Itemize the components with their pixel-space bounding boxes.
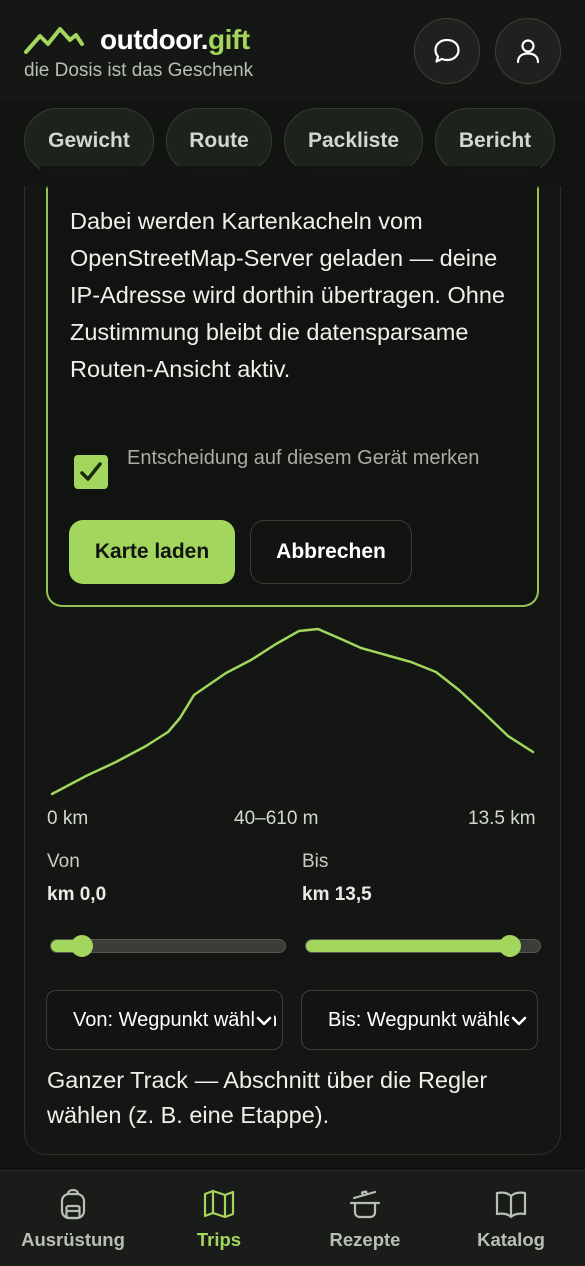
brand-logo-text[interactable]: outdoor.gift (100, 24, 250, 56)
app-header: outdoor.gift die Dosis ist das Geschenk (0, 0, 585, 100)
tab-gewicht[interactable]: Gewicht (24, 108, 154, 174)
axis-start-label: 0 km (47, 808, 89, 829)
tab-bericht[interactable]: Bericht (435, 108, 555, 174)
chevron-down-icon (509, 1011, 529, 1031)
elevation-profile-chart (50, 627, 535, 796)
from-label: Von (47, 851, 80, 872)
to-waypoint-value: Bis: Wegpunkt wählen (328, 1008, 526, 1031)
tab-packliste[interactable]: Packliste (284, 108, 423, 174)
chat-bubble-icon (434, 38, 460, 63)
backpack-icon (60, 1188, 86, 1220)
to-slider-thumb[interactable] (499, 935, 521, 957)
remember-label[interactable]: Entscheidung auf diesem Gerät merken (127, 442, 507, 474)
page: Dabei werden Kartenkacheln vom OpenStree… (0, 0, 585, 1266)
checkmark-icon (80, 462, 102, 481)
profile-button[interactable] (495, 18, 561, 84)
brand-name: outdoor. (100, 24, 208, 55)
nav-item-trips[interactable]: Trips (146, 1171, 292, 1266)
chevron-down-icon (254, 1011, 274, 1031)
tab-route[interactable]: Route (166, 108, 272, 174)
consent-text: Dabei werden Kartenkacheln vom OpenStree… (70, 208, 505, 382)
book-icon (495, 1191, 527, 1219)
nav-item-katalog[interactable]: Katalog (438, 1171, 584, 1266)
cooking-pot-icon (349, 1190, 381, 1219)
axis-elevation-range-label: 40–610 m (234, 808, 319, 829)
from-value: km 0,0 (47, 884, 107, 905)
range-hint-text: Ganzer Track — Abschnitt über die Regler… (47, 1067, 488, 1128)
cancel-button[interactable]: Abbrechen (250, 520, 412, 584)
elevation-line (50, 627, 535, 796)
to-waypoint-select[interactable]: Bis: Wegpunkt wählen (301, 990, 538, 1050)
to-label: Bis (302, 851, 329, 872)
to-value: km 13,5 (302, 884, 372, 905)
nav-item-rezepte[interactable]: Rezepte (292, 1171, 438, 1266)
nav-label-trips: Trips (196, 1229, 242, 1250)
map-icon (203, 1189, 235, 1219)
remember-checkbox[interactable] (74, 455, 108, 489)
user-icon (516, 39, 540, 64)
nav-label-ausruestung: Ausrüstung (21, 1229, 125, 1250)
nav-label-katalog: Katalog (477, 1229, 545, 1250)
to-slider[interactable] (305, 935, 541, 957)
from-waypoint-select[interactable]: Von: Wegpunkt wählen (46, 990, 283, 1050)
from-waypoint-value: Von: Wegpunkt wählen (73, 1008, 278, 1031)
axis-end-label: 13.5 km (468, 808, 536, 829)
nav-label-rezepte: Rezepte (329, 1229, 401, 1250)
brand-tld: gift (207, 24, 250, 55)
bottom-navigation: Ausrüstung Trips Rezepte Katalog (0, 1170, 585, 1266)
chat-button[interactable] (414, 18, 480, 84)
nav-item-ausruestung[interactable]: Ausrüstung (0, 1171, 146, 1266)
tagline: die Dosis ist das Geschenk (24, 60, 254, 81)
scroll-fade (40, 166, 540, 188)
from-slider-thumb[interactable] (71, 935, 93, 957)
from-slider[interactable] (50, 935, 286, 957)
to-slider-fill (306, 940, 520, 952)
load-map-button[interactable]: Karte laden (69, 520, 235, 584)
mountain-logo-icon (24, 27, 84, 54)
